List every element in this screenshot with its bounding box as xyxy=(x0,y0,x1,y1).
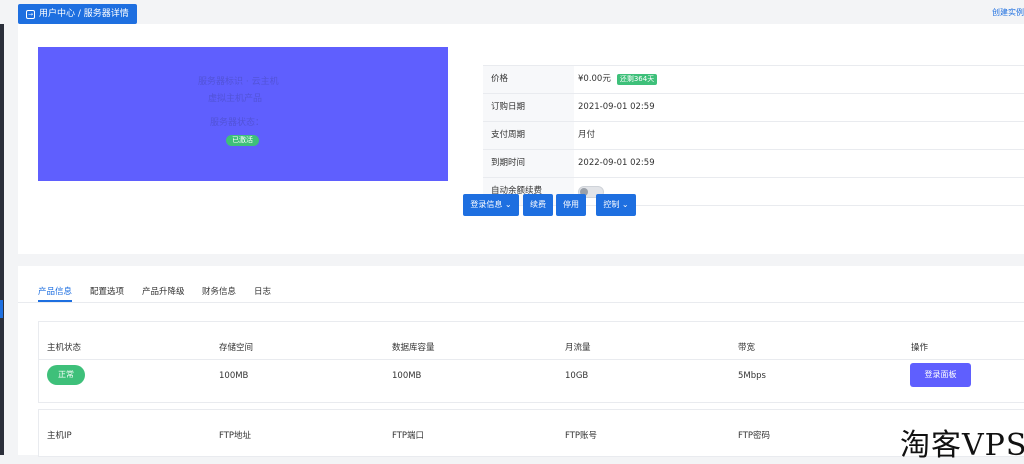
login-info-label: 登录信息 xyxy=(470,200,503,209)
control-button[interactable]: 控制 ⌄ xyxy=(596,194,636,216)
billing-info-table: 价格 ¥0.00元 还剩364天 订购日期 2021-09-01 02:59 支… xyxy=(483,65,1024,206)
header-ftp-password: FTP密码 xyxy=(738,431,771,441)
monthly-traffic-value: 10GB xyxy=(565,371,589,381)
watermark-text: 淘客VPS xyxy=(900,428,1024,463)
info-row-price: 价格 ¥0.00元 还剩364天 xyxy=(483,66,1024,94)
sidebar-active-indicator xyxy=(0,300,3,318)
header-db-capacity: 数据库容量 xyxy=(392,343,435,353)
header-actions: 操作 xyxy=(911,343,929,353)
storage-value: 100MB xyxy=(219,371,249,381)
tab-product-info[interactable]: 产品信息 xyxy=(38,284,73,302)
host-status-badge: 正常 xyxy=(47,365,85,385)
ftp-info-table: 主机IP FTP地址 FTP端口 FTP账号 FTP密码 xyxy=(38,409,1024,457)
header-ftp-address: FTP地址 xyxy=(219,431,252,441)
login-info-button[interactable]: 登录信息 ⌄ xyxy=(463,194,519,216)
order-date-label: 订购日期 xyxy=(483,94,574,121)
top-bar: → 用户中心 / 服务器详情 创建实例 xyxy=(0,0,1024,24)
row-divider xyxy=(39,359,1024,360)
header-ftp-port: FTP端口 xyxy=(392,431,425,441)
price-label: 价格 xyxy=(483,66,574,93)
expiry-value: 2022-09-01 02:59 xyxy=(578,158,655,168)
detail-tabs: 产品信息 配置选项 产品升降级 财务信息 日志 xyxy=(18,284,1024,303)
info-row-expiry: 到期时间 2022-09-01 02:59 xyxy=(483,150,1024,178)
left-sidebar-edge xyxy=(0,0,4,455)
order-date-value: 2021-09-01 02:59 xyxy=(578,102,655,112)
renew-button[interactable]: 续费 xyxy=(523,194,553,216)
tab-config-options[interactable]: 配置选项 xyxy=(90,284,124,302)
stop-button[interactable]: 停用 xyxy=(556,194,586,216)
breadcrumb-label: 用户中心 / 服务器详情 xyxy=(39,9,129,19)
bandwidth-value: 5Mbps xyxy=(738,371,766,381)
banner-line-1: 服务器标识 · 云主机 xyxy=(198,77,279,87)
billing-cycle-value: 月付 xyxy=(578,130,596,140)
billing-cycle-label: 支付周期 xyxy=(483,122,574,149)
tab-finance[interactable]: 财务信息 xyxy=(202,284,236,302)
header-storage: 存储空间 xyxy=(219,343,254,353)
tab-upgrade[interactable]: 产品升降级 xyxy=(142,284,185,302)
login-panel-button[interactable]: 登录面板 xyxy=(910,363,971,387)
info-row-order-date: 订购日期 2021-09-01 02:59 xyxy=(483,94,1024,122)
header-bandwidth: 带宽 xyxy=(738,343,756,353)
header-monthly-traffic: 月流量 xyxy=(565,343,591,353)
chevron-down-icon: ⌄ xyxy=(504,200,512,209)
login-icon: → xyxy=(26,9,35,19)
expiry-label: 到期时间 xyxy=(483,150,574,177)
remaining-days-badge: 还剩364天 xyxy=(616,74,658,85)
banner-line-3: 服务器状态： xyxy=(210,118,265,128)
header-host-status: 主机状态 xyxy=(47,343,82,353)
create-instance-link[interactable]: 创建实例 xyxy=(992,7,1024,18)
header-host-ip: 主机IP xyxy=(47,431,72,441)
chevron-down-icon: ⌄ xyxy=(621,200,629,209)
overview-card: 服务器标识 · 云主机 虚拟主机产品 服务器状态： 已激活 价格 ¥0.00元 … xyxy=(18,24,1024,254)
breadcrumb[interactable]: → 用户中心 / 服务器详情 xyxy=(18,4,137,24)
header-ftp-account: FTP账号 xyxy=(565,431,598,441)
product-banner: 服务器标识 · 云主机 虚拟主机产品 服务器状态： 已激活 xyxy=(38,47,448,181)
info-row-billing-cycle: 支付周期 月付 xyxy=(483,122,1024,150)
host-info-table: 主机状态 存储空间 数据库容量 月流量 带宽 操作 正常 100MB 100MB… xyxy=(38,321,1024,403)
price-value: ¥0.00元 xyxy=(578,74,611,84)
control-label: 控制 xyxy=(603,200,620,209)
db-capacity-value: 100MB xyxy=(392,371,422,381)
banner-line-2: 虚拟主机产品 xyxy=(208,94,263,104)
tab-logs[interactable]: 日志 xyxy=(254,284,271,302)
activated-badge: 已激活 xyxy=(226,135,259,146)
